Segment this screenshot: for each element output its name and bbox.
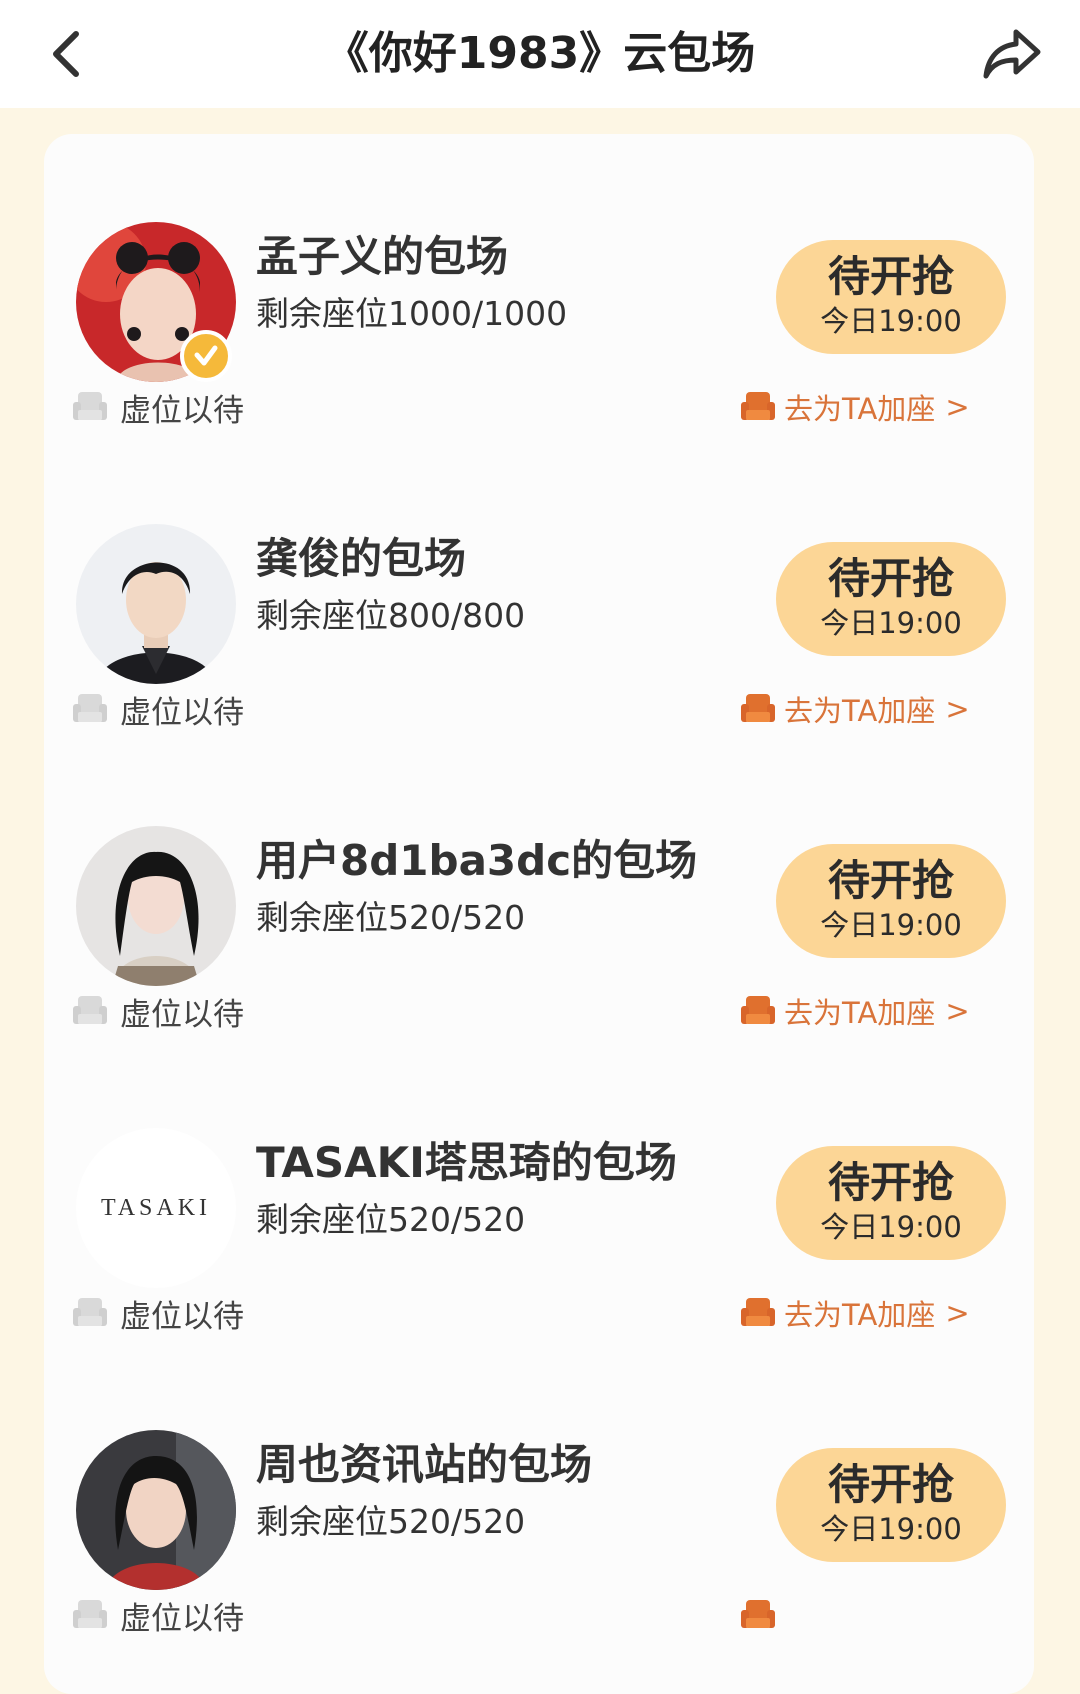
chevron-right-icon: > — [945, 390, 970, 424]
waiting-text: 虚位以待 — [120, 392, 244, 429]
add-seat-label: 去为TA加座 — [784, 392, 936, 426]
waiting-indicator: 虚位以待 — [72, 1590, 244, 1640]
grab-button[interactable]: 待开抢 今日19:00 — [776, 240, 1006, 354]
grab-button-time: 今日19:00 — [820, 304, 962, 338]
avatar[interactable] — [76, 1430, 236, 1590]
cloud-screening-list: 孟子义的包场 剩余座位1000/1000 待开抢 今日19:00 虚位以待 去为… — [44, 134, 1034, 1694]
grab-button-time: 今日19:00 — [820, 1512, 962, 1546]
empty-seat-icon — [73, 392, 107, 420]
remaining-seats: 剩余座位520/520 — [256, 1200, 526, 1239]
back-button[interactable] — [40, 26, 96, 82]
add-seat-link[interactable] — [740, 1590, 776, 1640]
add-seat-label: 去为TA加座 — [784, 1298, 936, 1332]
chevron-right-icon: > — [945, 994, 970, 1028]
chevron-right-icon: > — [945, 1296, 970, 1330]
screening-name[interactable]: 孟子义的包场 — [256, 230, 776, 284]
grab-button-time: 今日19:00 — [820, 1210, 962, 1244]
avatar[interactable] — [76, 524, 236, 684]
empty-seat-icon — [73, 694, 107, 722]
list-item: 孟子义的包场 剩余座位1000/1000 待开抢 今日19:00 虚位以待 去为… — [44, 134, 1034, 436]
remaining-seats: 剩余座位1000/1000 — [256, 294, 568, 333]
add-seat-link[interactable]: 去为TA加座 > — [740, 986, 970, 1036]
list-item: 用户8d1ba3dc的包场 剩余座位520/520 待开抢 今日19:00 虚位… — [44, 738, 1034, 1040]
grab-button[interactable]: 待开抢 今日19:00 — [776, 1146, 1006, 1260]
waiting-text: 虚位以待 — [120, 694, 244, 731]
add-seat-link[interactable]: 去为TA加座 > — [740, 382, 970, 432]
sofa-seat-icon — [741, 1600, 775, 1628]
waiting-indicator: 虚位以待 — [72, 684, 244, 734]
grab-button-label: 待开抢 — [827, 1158, 954, 1207]
grab-button[interactable]: 待开抢 今日19:00 — [776, 844, 1006, 958]
sofa-seat-icon — [741, 1298, 775, 1326]
sofa-seat-icon — [741, 392, 775, 420]
empty-seat-icon — [73, 1600, 107, 1628]
list-item: TASAKI TASAKI塔思琦的包场 剩余座位520/520 待开抢 今日19… — [44, 1040, 1034, 1342]
grab-button-label: 待开抢 — [827, 856, 954, 905]
waiting-text: 虚位以待 — [120, 1600, 244, 1637]
grab-button[interactable]: 待开抢 今日19:00 — [776, 1448, 1006, 1562]
waiting-text: 虚位以待 — [120, 996, 244, 1033]
share-arrow-icon — [983, 29, 1041, 79]
screening-name[interactable]: 用户8d1ba3dc的包场 — [256, 834, 776, 888]
grab-button-time: 今日19:00 — [820, 908, 962, 942]
sofa-seat-icon — [741, 996, 775, 1024]
list-item: 龚俊的包场 剩余座位800/800 待开抢 今日19:00 虚位以待 去为TA加… — [44, 436, 1034, 738]
waiting-indicator: 虚位以待 — [72, 1288, 244, 1338]
remaining-seats: 剩余座位800/800 — [256, 596, 526, 635]
chevron-left-icon — [53, 31, 79, 77]
waiting-indicator: 虚位以待 — [72, 986, 244, 1036]
screening-name[interactable]: TASAKI塔思琦的包场 — [256, 1136, 776, 1190]
waiting-text: 虚位以待 — [120, 1298, 244, 1335]
grab-button-time: 今日19:00 — [820, 606, 962, 640]
add-seat-link[interactable]: 去为TA加座 > — [740, 1288, 970, 1338]
grab-button-label: 待开抢 — [827, 554, 954, 603]
add-seat-link[interactable]: 去为TA加座 > — [740, 684, 970, 734]
list-item: 周也资讯站的包场 剩余座位520/520 待开抢 今日19:00 虚位以待 — [44, 1342, 1034, 1644]
empty-seat-icon — [73, 996, 107, 1024]
grab-button[interactable]: 待开抢 今日19:00 — [776, 542, 1006, 656]
add-seat-label: 去为TA加座 — [784, 996, 936, 1030]
sofa-seat-icon — [741, 694, 775, 722]
empty-seat-icon — [73, 1298, 107, 1326]
remaining-seats: 剩余座位520/520 — [256, 1502, 526, 1541]
verified-badge-icon — [180, 330, 232, 382]
waiting-indicator: 虚位以待 — [72, 382, 244, 432]
grab-button-label: 待开抢 — [827, 252, 954, 301]
page-title: 《你好1983》云包场 — [324, 28, 756, 79]
chevron-right-icon: > — [945, 692, 970, 726]
screening-name[interactable]: 龚俊的包场 — [256, 532, 776, 586]
brand-logo[interactable]: TASAKI — [76, 1128, 236, 1288]
grab-button-label: 待开抢 — [827, 1460, 954, 1509]
remaining-seats: 剩余座位520/520 — [256, 898, 526, 937]
share-button[interactable] — [980, 24, 1044, 84]
top-bar: 《你好1983》云包场 — [0, 0, 1080, 108]
avatar[interactable] — [76, 826, 236, 986]
add-seat-label: 去为TA加座 — [784, 694, 936, 728]
screening-name[interactable]: 周也资讯站的包场 — [256, 1438, 776, 1492]
